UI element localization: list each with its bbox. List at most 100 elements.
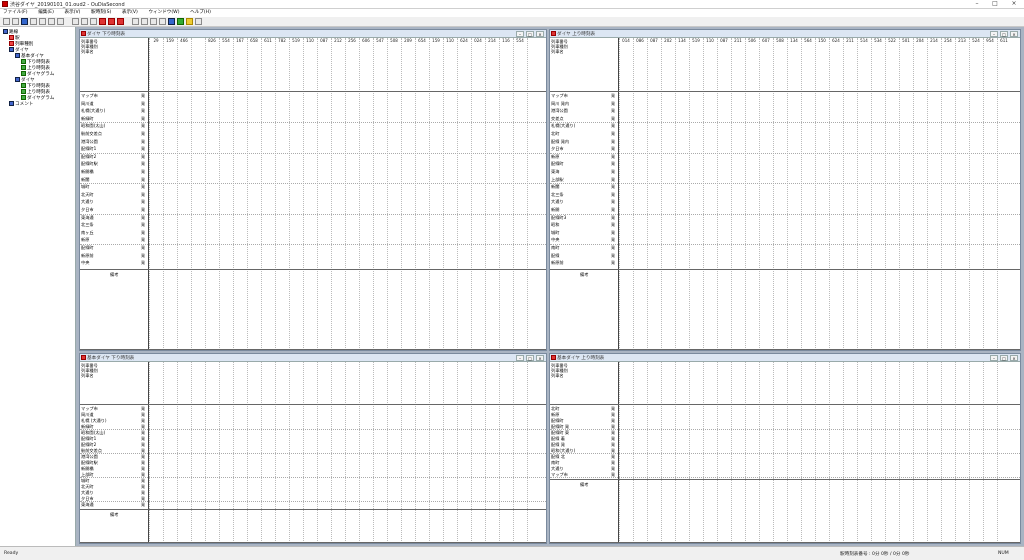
- timetable-grid[interactable]: 列車番号 列車種別 列車名 北町発新原発配線町発配線町 発発配線町 東発配線 着発配線…: [550, 362, 1020, 543]
- train-number[interactable]: 547: [373, 38, 387, 43]
- new-icon[interactable]: [3, 18, 10, 25]
- train-number[interactable]: 110: [443, 38, 457, 43]
- timetable-grid[interactable]: 列車番号 列車種別 列車名 014 086 087 202 134 519 110 087 211 50…: [550, 38, 1020, 350]
- maximize-button[interactable]: □: [988, 0, 1002, 8]
- station-name[interactable]: 北天町: [81, 192, 94, 197]
- print-icon[interactable]: [30, 18, 37, 25]
- close-button[interactable]: ×: [536, 355, 544, 361]
- menu-edit[interactable]: 編集(E): [38, 9, 54, 17]
- window-title-bar[interactable]: ダイヤ 下り時刻表 – □ ×: [80, 30, 546, 38]
- train-number[interactable]: 212: [331, 38, 345, 43]
- station-name[interactable]: 北三条: [551, 192, 564, 197]
- train-number[interactable]: 110: [703, 38, 717, 43]
- window-title-bar[interactable]: 基本ダイヤ 上り時刻表 – □ ×: [550, 354, 1020, 362]
- station-name[interactable]: 大通り: [81, 490, 94, 495]
- train-number[interactable]: 256: [345, 38, 359, 43]
- station-name[interactable]: 駅前交差点: [81, 131, 102, 136]
- minimize-button[interactable]: –: [990, 31, 998, 37]
- station-name[interactable]: 新聞: [551, 184, 559, 189]
- train-number[interactable]: 611: [261, 38, 275, 43]
- train-number[interactable]: 564: [801, 38, 815, 43]
- train-number[interactable]: 954: [983, 38, 997, 43]
- station-name[interactable]: 新原: [551, 154, 559, 159]
- down-icon[interactable]: [141, 18, 148, 25]
- station-name[interactable]: 配線 発内: [551, 139, 569, 144]
- train-number[interactable]: 134: [675, 38, 689, 43]
- station-name[interactable]: マップ市: [551, 93, 568, 98]
- station-name[interactable]: 岡川道: [81, 101, 94, 106]
- station-name[interactable]: 配線町駅: [81, 161, 98, 166]
- restore-button[interactable]: □: [526, 31, 534, 37]
- save-icon[interactable]: [21, 18, 28, 25]
- train-number[interactable]: 519: [289, 38, 303, 43]
- station-name[interactable]: マップ市: [81, 93, 98, 98]
- copy-icon[interactable]: [72, 18, 79, 25]
- route-tree[interactable]: 路線駅列車種別 ダイヤ 基本ダイヤ 下り時刻表 上り時刻表 ダイヤグラム ダイヤ 下り時刻表上…: [0, 27, 76, 546]
- station-name[interactable]: 配線町2: [81, 154, 96, 159]
- menu-file[interactable]: ファイル(F): [3, 9, 28, 17]
- up-icon[interactable]: [132, 18, 139, 25]
- station-name[interactable]: 新緑町: [81, 116, 94, 121]
- train-number[interactable]: 514: [857, 38, 871, 43]
- right-icon[interactable]: [159, 18, 166, 25]
- timetable-window-up[interactable]: ダイヤ 上り時刻表 – □ × 列車番号 列車種別 列車名 014 086 087 202 134 51…: [549, 29, 1021, 351]
- station-name[interactable]: 配線町1: [81, 146, 96, 151]
- train-number[interactable]: 611: [997, 38, 1011, 43]
- train-number[interactable]: 202: [661, 38, 675, 43]
- timetable-grid[interactable]: 列車番号 列車種別 列車名 マップ市発岡川道発札幌 (大通り) 発新緑町発昭和園(太山)…: [80, 362, 546, 543]
- train-number[interactable]: 014: [619, 38, 633, 43]
- station-name[interactable]: 新聞: [81, 177, 89, 182]
- train-number[interactable]: 167: [233, 38, 247, 43]
- station-name[interactable]: 昭和園(太山): [81, 123, 105, 128]
- station-name[interactable]: 交差点: [551, 116, 564, 121]
- window-title-bar[interactable]: 基本ダイヤ 下り時刻表 – □ ×: [80, 354, 546, 362]
- station-name[interactable]: 札幌(大通り): [81, 108, 105, 113]
- train-number[interactable]: 522: [885, 38, 899, 43]
- station-name[interactable]: 南町: [551, 245, 559, 250]
- diagram-icon[interactable]: [186, 18, 193, 25]
- station-name[interactable]: 配線町: [551, 418, 564, 423]
- train-number[interactable]: 254: [941, 38, 955, 43]
- timetable-window-down[interactable]: ダイヤ 下り時刻表 – □ × 列車番号 列車種別 列車名 29 159 466 826 554 167…: [79, 29, 547, 351]
- station-name[interactable]: 港湾公園: [81, 139, 98, 144]
- station-name[interactable]: 配線町: [551, 161, 564, 166]
- redo-icon[interactable]: [48, 18, 55, 25]
- train-number[interactable]: 214: [485, 38, 499, 43]
- station-name[interactable]: 港湾公園: [81, 454, 98, 459]
- station-name[interactable]: 大通り: [81, 199, 94, 204]
- train-number[interactable]: 782: [275, 38, 289, 43]
- train-number[interactable]: 159: [429, 38, 443, 43]
- station-name[interactable]: 北町: [551, 406, 559, 411]
- station-name[interactable]: 昭和: [551, 222, 559, 227]
- station-name[interactable]: 東海: [551, 169, 559, 174]
- station-name[interactable]: 新開橋: [81, 466, 94, 471]
- minimize-button[interactable]: –: [516, 355, 524, 361]
- station-name[interactable]: 城町: [81, 184, 89, 189]
- train-number[interactable]: 29: [149, 38, 163, 43]
- train-number[interactable]: [191, 38, 205, 43]
- station-name[interactable]: 岡川道: [81, 412, 94, 417]
- train-number[interactable]: 116: [499, 38, 513, 43]
- station-name[interactable]: 配線: [551, 253, 559, 258]
- station-name[interactable]: 配線町 東: [551, 430, 569, 435]
- station-name[interactable]: 大通り: [551, 466, 564, 471]
- train-number[interactable]: 087: [647, 38, 661, 43]
- station-name[interactable]: 札幌(大通り): [551, 123, 575, 128]
- train-number[interactable]: 524: [969, 38, 983, 43]
- station-name[interactable]: 城町: [551, 230, 559, 235]
- minimize-button[interactable]: –: [970, 0, 984, 8]
- train-number[interactable]: 506: [745, 38, 759, 43]
- station-name[interactable]: 上部駅: [551, 177, 564, 182]
- station-name[interactable]: 新原前: [551, 260, 564, 265]
- station-name[interactable]: 新原前: [81, 253, 94, 258]
- station-name[interactable]: 中央: [551, 237, 559, 242]
- base-timetable-window-down[interactable]: 基本ダイヤ 下り時刻表 – □ × 列車番号 列車種別 列車名 マップ市発岡川道発札幌 (大通…: [79, 353, 547, 544]
- station-name[interactable]: 配線町1: [81, 436, 96, 441]
- base-timetable-window-up[interactable]: 基本ダイヤ 上り時刻表 – □ × 列車番号 列車種別 列車名 北町発新原発配線町発配線町 発…: [549, 353, 1021, 544]
- station-name[interactable]: 大通り: [551, 199, 564, 204]
- station-name[interactable]: 新原: [551, 412, 559, 417]
- minimize-button[interactable]: –: [516, 31, 524, 37]
- train-icon[interactable]: [177, 18, 184, 25]
- train-number[interactable]: 554: [219, 38, 233, 43]
- station-name[interactable]: 東海通: [81, 215, 94, 220]
